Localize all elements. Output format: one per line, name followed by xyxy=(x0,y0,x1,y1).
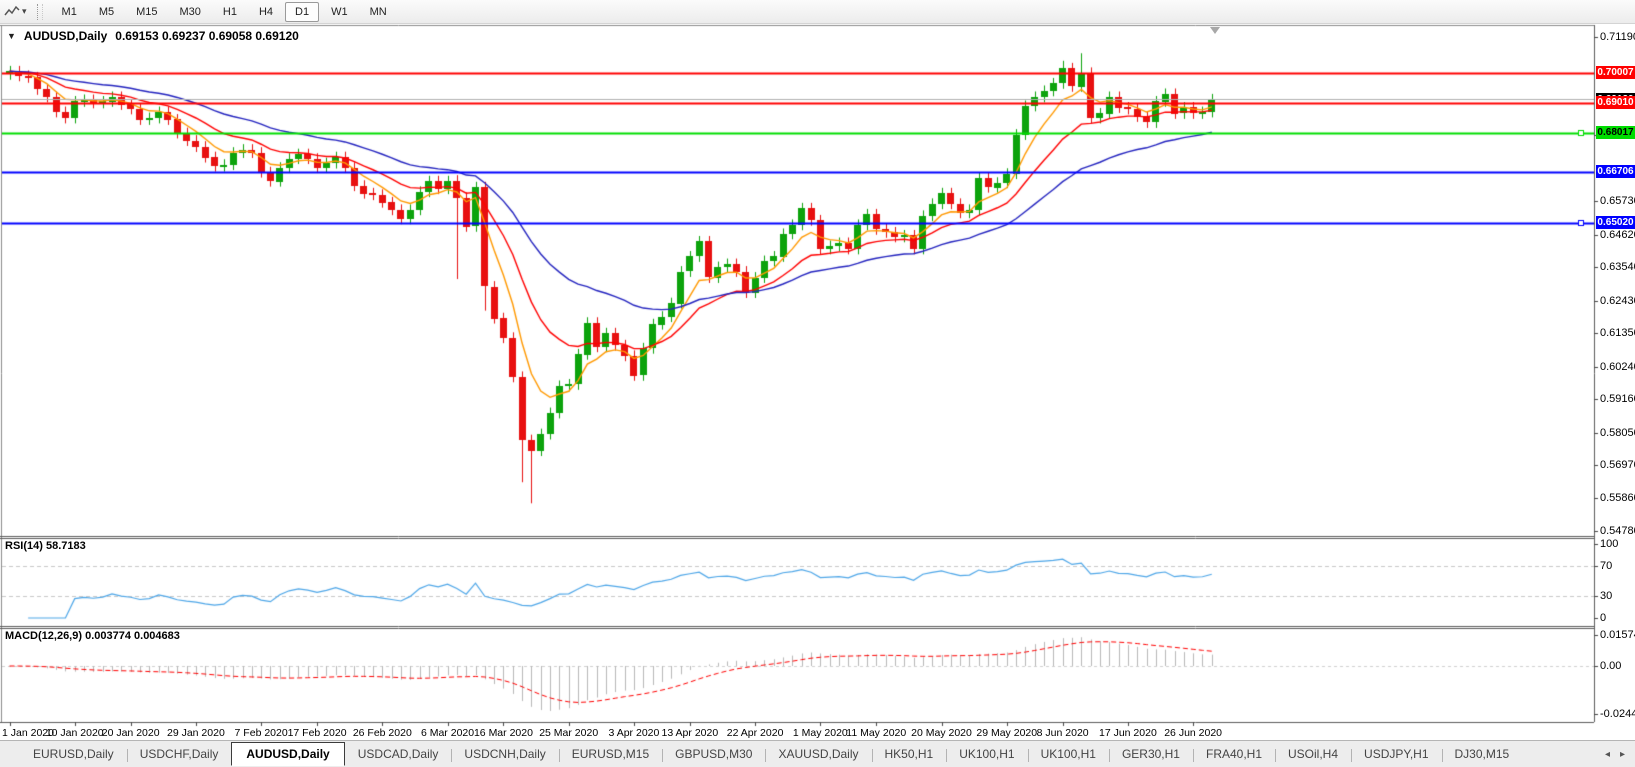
price-axis-label: 0.59160 xyxy=(1600,393,1635,406)
chart-tab-bar: EURUSD,Daily USDCHF,Daily AUDUSD,Daily USDC… xyxy=(0,740,1635,767)
date-axis-label: 13 Apr 2020 xyxy=(661,727,719,739)
chart-line-icon[interactable] xyxy=(4,4,20,20)
timeframe-button-m15[interactable]: M15 xyxy=(126,2,167,22)
chart-area: ▼ AUDUSD,Daily 0.69153 0.69237 0.69058 0… xyxy=(0,24,1635,740)
rsi-axis-label: 70 xyxy=(1600,560,1613,573)
rsi-axis-label: 30 xyxy=(1600,589,1613,602)
date-axis-label: 22 Apr 2020 xyxy=(726,727,784,739)
chart-tab-uk100-h1[interactable]: UK100,H1 xyxy=(946,743,1027,765)
price-level-badge: 0.66706 xyxy=(1596,165,1635,179)
chart-tab-usdjpy-h1[interactable]: USDJPY,H1 xyxy=(1351,743,1441,765)
date-axis-label: 11 May 2020 xyxy=(846,727,907,739)
date-axis-label: 10 Jan 2020 xyxy=(45,727,104,739)
timeframe-button-d1[interactable]: D1 xyxy=(285,1,320,22)
chart-tab-xauusd-daily[interactable]: XAUUSD,Daily xyxy=(765,743,871,765)
trading-platform-window: ▾ M1 M5 M15 M30 H1 H4 D1 W1 MN ▼ AUDUSD,Daily 0.… xyxy=(0,0,1635,767)
price-axis-label: 0.63540 xyxy=(1600,261,1635,274)
chart-tab-eurusd-daily[interactable]: EURUSD,Daily xyxy=(20,743,127,765)
chart-tool-group: ▾ xyxy=(0,4,31,20)
price-axis-label: 0.64620 xyxy=(1600,228,1635,241)
date-axis-label: 29 Jan 2020 xyxy=(166,727,225,739)
date-axis-label: 20 May 2020 xyxy=(911,727,972,739)
chart-tab-usoil-h4[interactable]: USOil,H4 xyxy=(1275,743,1351,765)
chart-tab-uk100-h1[interactable]: UK100,H1 xyxy=(1027,743,1109,765)
timeframe-button-h1[interactable]: H1 xyxy=(213,2,247,22)
date-axis-label: 16 Mar 2020 xyxy=(473,727,533,739)
date-axis-label: 17 Jun 2020 xyxy=(1098,727,1157,739)
rsi-indicator-label: RSI(14) 58.7183 xyxy=(5,540,86,552)
chart-tab-audusd-daily[interactable]: AUDUSD,Daily xyxy=(231,742,345,766)
chart-tab-ger30-h1[interactable]: GER30,H1 xyxy=(1108,743,1193,765)
date-axis-label: 1 May 2020 xyxy=(792,727,848,739)
tab-scroll-arrows: ◂ ▸ xyxy=(1605,749,1635,760)
tab-scroll-left-icon[interactable]: ◂ xyxy=(1605,749,1610,760)
price-level-badge: 0.69010 xyxy=(1596,96,1635,110)
rsi-axis-label: 100 xyxy=(1600,538,1619,550)
macd-axis-label: 0.01574 xyxy=(1600,628,1635,641)
chart-tab-usdcad-daily[interactable]: USDCAD,Daily xyxy=(345,743,452,765)
timeframe-button-m1[interactable]: M1 xyxy=(52,2,87,22)
chart-tabs: EURUSD,Daily USDCHF,Daily AUDUSD,Daily USDC… xyxy=(20,742,1522,766)
price-axis-label: 0.60240 xyxy=(1600,360,1635,373)
date-axis-label: 3 Apr 2020 xyxy=(608,727,660,739)
timeframe-button-m5[interactable]: M5 xyxy=(89,2,124,22)
chart-tab-usdchf-daily[interactable]: USDCHF,Daily xyxy=(126,743,232,765)
date-axis-label: 26 Feb 2020 xyxy=(352,727,412,739)
date-axis-label: 17 Feb 2020 xyxy=(287,727,347,739)
chart-tab-usdcnh-daily[interactable]: USDCNH,Daily xyxy=(451,743,558,765)
date-axis-label: 29 May 2020 xyxy=(976,727,1038,739)
chart-shift-marker-icon[interactable] xyxy=(1210,27,1220,34)
price-axis-label: 0.65730 xyxy=(1600,195,1635,208)
rsi-axis-label: 0 xyxy=(1600,612,1607,624)
toolbar-grip xyxy=(36,3,43,20)
timeframe-button-mn[interactable]: MN xyxy=(360,2,397,22)
date-axis-label: 26 Jun 2020 xyxy=(1164,727,1223,739)
price-level-badge: 0.65020 xyxy=(1596,216,1635,230)
chart-symbol-period: AUDUSD,Daily xyxy=(23,29,108,43)
price-axis-label: 0.61350 xyxy=(1600,327,1635,340)
one-click-trading-icon[interactable]: ▼ xyxy=(7,31,16,41)
date-axis-label: 8 Jun 2020 xyxy=(1036,727,1089,739)
price-axis-label: 0.56970 xyxy=(1600,459,1635,472)
chart-tab-gbpusd-m30[interactable]: GBPUSD,M30 xyxy=(662,743,765,765)
price-axis-label: 0.55860 xyxy=(1600,492,1635,505)
price-axis-label: 0.62430 xyxy=(1600,294,1635,307)
chart-tab-fra40-h1[interactable]: FRA40,H1 xyxy=(1192,743,1275,765)
chart-canvas[interactable] xyxy=(0,24,1635,740)
tab-scroll-right-icon[interactable]: ▸ xyxy=(1620,749,1625,760)
timeframe-buttons: M1 M5 M15 M30 H1 H4 D1 W1 MN xyxy=(51,1,398,22)
date-axis-label: 7 Feb 2020 xyxy=(234,727,288,739)
chevron-down-icon[interactable]: ▾ xyxy=(22,6,27,17)
chart-tab-dj30-m15[interactable]: DJ30,M15 xyxy=(1441,743,1523,765)
price-axis-label: 0.71190 xyxy=(1600,31,1635,43)
macd-axis-label: -0.02441 xyxy=(1600,708,1635,721)
price-level-badge: 0.70007 xyxy=(1596,66,1635,80)
chart-ohlc-values: 0.69153 0.69237 0.69058 0.69120 xyxy=(115,29,299,43)
chart-tab-eurusd-m15[interactable]: EURUSD,M15 xyxy=(558,743,662,765)
timeframe-button-w1[interactable]: W1 xyxy=(321,2,358,22)
date-axis-label: 6 Mar 2020 xyxy=(420,727,475,739)
timeframe-toolbar: ▾ M1 M5 M15 M30 H1 H4 D1 W1 MN xyxy=(0,0,1635,24)
date-axis-label: 20 Jan 2020 xyxy=(101,727,160,739)
price-level-badge: 0.68017 xyxy=(1596,126,1635,140)
price-axis-label: 0.58050 xyxy=(1600,426,1635,439)
timeframe-button-h4[interactable]: H4 xyxy=(249,2,283,22)
macd-indicator-label: MACD(12,26,9) 0.003774 0.004683 xyxy=(5,630,180,642)
macd-axis-label: 0.00 xyxy=(1600,660,1622,672)
date-axis-label: 25 Mar 2020 xyxy=(539,727,599,739)
chart-title: ▼ AUDUSD,Daily 0.69153 0.69237 0.69058 0… xyxy=(7,29,299,43)
price-axis-label: 0.54780 xyxy=(1600,525,1635,537)
timeframe-button-m30[interactable]: M30 xyxy=(170,2,211,22)
chart-tab-hk50-h1[interactable]: HK50,H1 xyxy=(871,743,947,765)
